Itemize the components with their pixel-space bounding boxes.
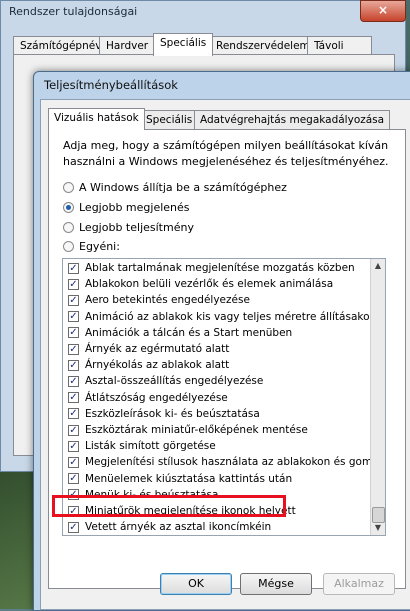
radio-best-performance[interactable]: Legjobb teljesítmény [63,219,194,235]
ok-button[interactable]: OK [160,573,232,595]
effect-item[interactable]: ✓ Eszköztárak miniatűr-előképének mentése [68,422,308,438]
effect-label: Eszköztárak miniatűr-előképének mentése [85,424,308,436]
effect-label: Vetett árnyék az asztal ikoncímkéin [85,521,272,534]
tab-hardware[interactable]: Hardver [99,36,156,55]
effect-label: Animációk a tálcán és a Start menüben [85,326,293,339]
effect-item[interactable]: ✓ Árnyék az egérmutató alatt [68,341,229,357]
tab-visual-effects[interactable]: Vizuális hatások [48,108,145,130]
effect-item[interactable]: ✓ Árnyékolás az ablakok alatt [68,357,229,373]
effect-item[interactable]: ✓ Ablakokon belüli vezérlők és elemek ani… [68,276,333,292]
effect-label: Árnyék az egérmutató alatt [85,343,230,355]
effect-label: Aero betekintés engedélyezése [85,294,250,307]
effect-label: Ablak tartalmának megjelenítése mozgatás… [85,262,355,274]
effect-item[interactable]: ✓ Aero betekintés engedélyezése [68,292,250,308]
tab-computer-name[interactable]: Számítógépnév [13,36,109,55]
radio-label: Legjobb teljesítmény [79,220,194,234]
tab-advanced[interactable]: Speciális [140,110,199,129]
dialog-title: Teljesítménybeállítások [44,78,178,92]
checkbox[interactable]: ✓ [68,278,79,290]
radio-let-windows-choose[interactable]: A Windows állítja be a számítógéphez [63,179,287,195]
checkbox[interactable]: ✓ [68,343,79,355]
radio-label: Legjobb megjelenés [79,200,190,214]
effect-label: Átlátszóság engedélyezése [85,391,228,404]
effect-item[interactable]: ✓ Animáció az ablakok kis vagy teljes mér… [68,309,374,325]
description-text: Adja meg, hogy a számítógépen milyen beá… [63,139,389,168]
radio-button[interactable] [63,201,74,213]
checkbox[interactable]: ✓ [68,294,79,306]
effect-item[interactable]: ✓ Eszközleírások ki- és beúsztatása [68,406,260,422]
effect-label: Árnyékolás az ablakok alatt [85,359,230,372]
checkbox[interactable]: ✓ [68,359,79,371]
effect-label: Menüelemek kiúsztatása kattintás után [85,472,293,485]
highlight-box [52,495,286,517]
checkbox[interactable]: ✓ [68,424,79,436]
effect-label: Listák simított görgetése [85,440,216,453]
effect-item[interactable]: ✓ Átlátszóság engedélyezése [68,390,228,406]
checkbox[interactable]: ✓ [68,521,79,533]
effect-item[interactable]: ✓ Ablak tartalmának megjelenítése mozgatá… [68,260,355,276]
effect-label: Ablakokon belüli vezérlők és elemek anim… [85,278,334,291]
checkbox[interactable]: ✓ [68,456,79,468]
close-button[interactable]: × [360,0,406,22]
radio-label: A Windows állítja be a számítógéphez [79,180,287,194]
radio-label: Egyéni: [79,239,120,253]
tab-remote[interactable]: Távoli használat [307,36,372,70]
effect-label: Eszközleírások ki- és beúsztatása [85,407,260,420]
effect-item[interactable]: ✓ Animációk a tálcán és a Start menüben [68,325,292,341]
radio-button[interactable] [63,240,74,252]
radio-button[interactable] [63,221,74,233]
checkbox[interactable]: ✓ [68,440,79,452]
effect-item[interactable]: ✓ Megjelenítési stílusok használata az ab… [68,454,386,470]
checkbox[interactable]: ✓ [68,408,79,420]
tab-dep[interactable]: Adatvégrehajtás megakadályozása [194,110,391,129]
scrollbar[interactable]: ▲ ▼ [370,259,385,535]
radio-best-appearance[interactable]: Legjobb megjelenés [63,199,190,215]
apply-button[interactable]: Alkalmaz [323,573,395,595]
effect-label: Megjelenítési stílusok használata az abl… [85,456,386,469]
tab-system-protection[interactable]: Rendszervédelem [209,36,317,55]
radio-custom[interactable]: Egyéni: [63,238,120,254]
window-title: Rendszer tulajdonságai [9,5,138,18]
effect-item[interactable]: ✓ Menüelemek kiúsztatása kattintás után [68,471,292,487]
dialog-tab-strip: Vizuális hatások Speciális Adatvégrehajt… [48,108,408,130]
effect-item[interactable]: ✓ Vetett árnyék az asztal ikoncímkéin [68,519,271,535]
scroll-up-icon[interactable]: ▲ [371,259,385,273]
cancel-button[interactable]: Mégse [240,573,312,595]
checkbox[interactable]: ✓ [68,262,79,274]
checkbox[interactable]: ✓ [68,375,79,387]
effect-label: Animáció az ablakok kis vagy teljes mére… [85,310,374,323]
scroll-down-icon[interactable]: ▼ [371,521,385,535]
effect-item[interactable]: ✓ Asztal-összeállítás engedélyezése [68,373,263,389]
checkbox[interactable]: ✓ [68,473,79,485]
effect-label: Asztal-összeállítás engedélyezése [85,375,264,388]
checkbox[interactable]: ✓ [68,327,79,339]
tab-advanced[interactable]: Speciális [153,33,214,56]
radio-button[interactable] [63,181,74,193]
checkbox[interactable]: ✓ [68,392,79,404]
effect-item[interactable]: ✓ Listák simított görgetése [68,438,216,454]
checkbox[interactable]: ✓ [68,311,79,323]
